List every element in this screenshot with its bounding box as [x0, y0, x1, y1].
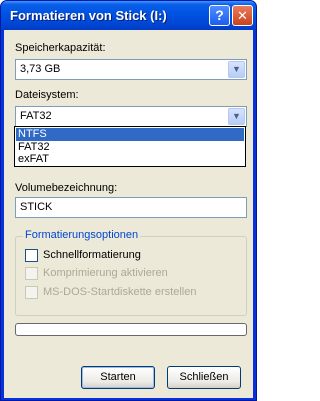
title-bar[interactable]: Formatieren von Stick (I:) ? ✕: [1, 1, 256, 30]
msdos-boot-label: MS-DOS-Startdiskette erstellen: [43, 286, 197, 298]
start-button[interactable]: Starten: [81, 366, 155, 389]
filesystem-option-exfat[interactable]: exFAT: [16, 153, 244, 166]
help-button[interactable]: ?: [209, 5, 230, 26]
filesystem-dropdown-list: NTFS FAT32 exFAT: [14, 126, 246, 167]
compression-label: Komprimierung aktivieren: [43, 267, 168, 279]
format-options-title: Formatierungsoptionen: [23, 229, 141, 241]
format-dialog: Formatieren von Stick (I:) ? ✕ Speicherk…: [0, 0, 257, 401]
filesystem-value: FAT32: [20, 110, 52, 122]
compression-checkbox[interactable]: [25, 267, 38, 280]
capacity-select[interactable]: 3,73 GB ▼: [15, 59, 247, 80]
chevron-down-icon[interactable]: ▼: [228, 61, 245, 78]
volume-name-field[interactable]: [15, 197, 247, 218]
filesystem-select[interactable]: FAT32 ▼: [15, 106, 247, 127]
format-progress-bar: [15, 323, 247, 336]
quick-format-checkbox[interactable]: [25, 249, 38, 262]
dialog-client-area: Speicherkapazität: 3,73 GB ▼ Dateisystem…: [4, 30, 253, 398]
close-button[interactable]: Schließen: [167, 366, 241, 389]
filesystem-label: Dateisystem:: [15, 89, 79, 101]
quick-format-label[interactable]: Schnellformatierung: [43, 249, 141, 261]
help-icon: ?: [215, 7, 224, 23]
volume-label: Volumebezeichnung:: [15, 182, 118, 194]
window-title: Formatieren von Stick (I:): [10, 8, 167, 23]
close-window-button[interactable]: ✕: [232, 5, 253, 26]
format-options-group: Formatierungsoptionen Schnellformatierun…: [15, 229, 247, 316]
msdos-boot-checkbox[interactable]: [25, 286, 38, 299]
volume-name-input[interactable]: [20, 201, 240, 213]
capacity-label: Speicherkapazität:: [15, 42, 106, 54]
chevron-down-icon[interactable]: ▼: [228, 108, 245, 125]
filesystem-option-ntfs[interactable]: NTFS: [16, 128, 244, 141]
capacity-value: 3,73 GB: [20, 63, 61, 75]
close-icon: ✕: [237, 8, 248, 23]
